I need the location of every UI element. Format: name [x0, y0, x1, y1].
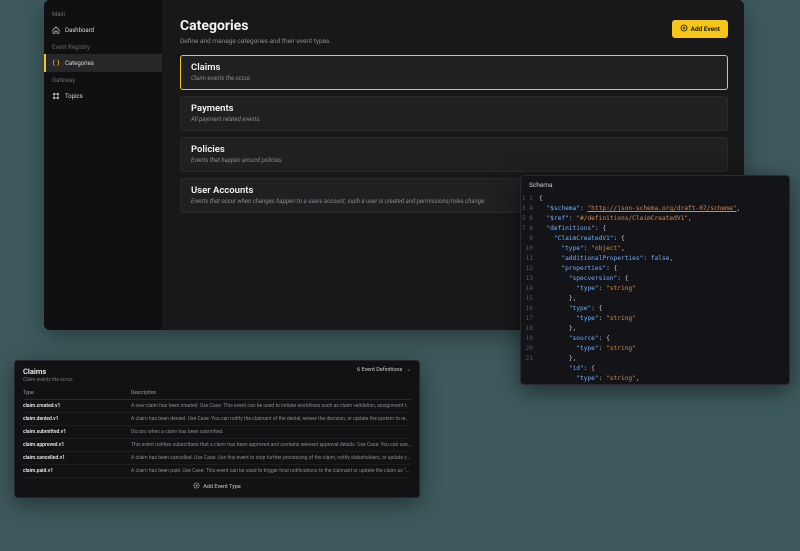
home-icon: [52, 26, 60, 34]
topics-icon: [52, 92, 60, 100]
sidebar: Main Dashboard Event Registry Categories Gat…: [44, 0, 162, 330]
table-row[interactable]: claim.submitted.v1Occurs when a claim ha…: [23, 426, 411, 439]
event-type-name: claim.cancelled.v1: [23, 455, 131, 461]
event-types-table: Type Description claim.created.v1A new c…: [23, 387, 411, 478]
code-body: { "$schema": "http://json-schema.org/dra…: [539, 194, 785, 385]
plus-circle-icon: [680, 24, 688, 34]
sidebar-item-dashboard[interactable]: Dashboard: [44, 21, 162, 39]
event-definitions-count[interactable]: 6 Event Definitions ⌄: [357, 367, 411, 373]
page-subtitle: Define and manage categories and their e…: [180, 37, 331, 45]
claims-panel-subtitle: Claim events the occur.: [23, 377, 73, 383]
event-type-description: A claim has been paid. Use Case: This ev…: [131, 468, 411, 474]
category-description: All payment related events.: [191, 116, 717, 123]
sidebar-item-label: Topics: [65, 93, 83, 100]
page-header: Categories Define and manage categories …: [180, 0, 744, 55]
claims-detail-panel: Claims Claim events the occur. 6 Event D…: [14, 360, 420, 498]
event-type-name: claim.denied.v1: [23, 416, 131, 422]
event-type-description: This event notifies subscribers that a c…: [131, 442, 411, 448]
event-type-name: claim.approved.v1: [23, 442, 131, 448]
category-name: Claims: [191, 62, 717, 73]
table-row[interactable]: claim.paid.v1A claim has been paid. Use …: [23, 465, 411, 478]
sidebar-item-label: Categories: [65, 60, 94, 67]
claims-panel-title: Claims: [23, 367, 73, 376]
category-name: Policies: [191, 144, 717, 155]
column-header-description: Description: [131, 390, 156, 396]
schema-code-editor[interactable]: 1 2 3 4 5 6 7 8 9 10 11 12 13 14 15 16 1…: [521, 194, 789, 385]
category-name: Payments: [191, 103, 717, 114]
table-row[interactable]: claim.approved.v1This event notifies sub…: [23, 439, 411, 452]
event-type-description: Occurs when a claim has been submitted.: [131, 429, 411, 435]
table-row[interactable]: claim.denied.v1A claim has been denied. …: [23, 413, 411, 426]
sidebar-group-label: Main: [44, 6, 162, 21]
braces-icon: [52, 59, 60, 67]
plus-circle-icon: [193, 482, 200, 491]
category-card-claims[interactable]: Claims Claim events the occur.: [180, 55, 728, 90]
sidebar-item-topics[interactable]: Topics: [44, 87, 162, 105]
add-event-type-button[interactable]: Add Event Type: [23, 478, 411, 491]
sidebar-item-categories[interactable]: Categories: [44, 54, 162, 72]
table-row[interactable]: claim.cancelled.v1A claim has been cance…: [23, 452, 411, 465]
schema-panel-title: Schema: [521, 176, 789, 194]
add-event-label: Add Event: [691, 25, 720, 33]
sidebar-group-label: Gateway: [44, 72, 162, 87]
category-card-payments[interactable]: Payments All payment related events.: [180, 96, 728, 131]
event-type-name: claim.submitted.v1: [23, 429, 131, 435]
add-event-button[interactable]: Add Event: [672, 20, 728, 38]
event-type-name: claim.paid.v1: [23, 468, 131, 474]
column-header-type: Type: [23, 390, 131, 396]
page-title: Categories: [180, 18, 331, 34]
event-type-description: A claim has been denied. Use Case: You c…: [131, 416, 411, 422]
chevron-down-icon: ⌄: [406, 368, 411, 372]
event-type-name: claim.created.v1: [23, 403, 131, 409]
category-card-policies[interactable]: Policies Events that happen around polici…: [180, 137, 728, 172]
line-number-gutter: 1 2 3 4 5 6 7 8 9 10 11 12 13 14 15 16 1…: [521, 194, 539, 385]
sidebar-item-label: Dashboard: [65, 27, 94, 34]
category-description: Claim events the occur.: [191, 75, 717, 82]
event-type-description: A new claim has been created. Use Case: …: [131, 403, 411, 409]
schema-panel: Schema 1 2 3 4 5 6 7 8 9 10 11 12 13 14 …: [520, 175, 790, 385]
table-row[interactable]: claim.created.v1A new claim has been cre…: [23, 400, 411, 413]
category-description: Events that happen around policies.: [191, 157, 717, 164]
sidebar-group-label: Event Registry: [44, 39, 162, 54]
event-type-description: A claim has been cancelled. Use Case: Us…: [131, 455, 411, 461]
